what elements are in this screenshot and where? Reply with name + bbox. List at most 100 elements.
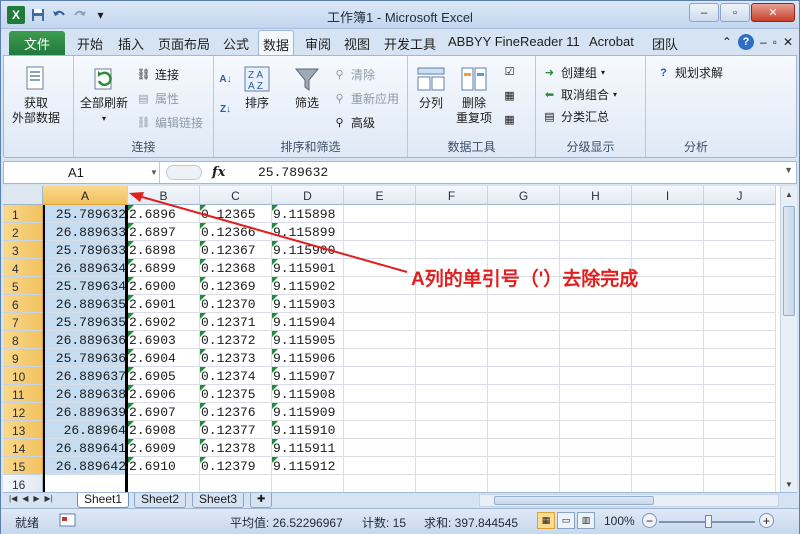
text-number-warning-icon[interactable] (128, 259, 134, 265)
expand-formula-icon[interactable]: ▼ (784, 165, 793, 175)
cell-c7[interactable]: 0.12371 (200, 313, 272, 331)
cell-i11[interactable] (632, 385, 704, 403)
text-number-warning-icon[interactable] (200, 457, 206, 463)
data-validation-button[interactable]: ☑ (502, 64, 517, 79)
text-number-warning-icon[interactable] (272, 241, 278, 247)
cell-b8[interactable]: 2.6903 (128, 331, 200, 349)
cell-b11[interactable]: 2.6906 (128, 385, 200, 403)
cell-d9[interactable]: 9.115906 (272, 349, 344, 367)
cell-g7[interactable] (488, 313, 560, 331)
first-sheet-icon[interactable]: |◀ (9, 494, 17, 503)
cell-d10[interactable]: 9.115907 (272, 367, 344, 385)
text-number-warning-icon[interactable] (200, 403, 206, 409)
cell-b10[interactable]: 2.6905 (128, 367, 200, 385)
cell-i1[interactable] (632, 205, 704, 223)
text-number-warning-icon[interactable] (128, 367, 134, 373)
cell-j13[interactable] (704, 421, 776, 439)
tab-page-layout[interactable]: 页面布局 (158, 34, 210, 53)
reapply-button[interactable]: ⚲ 重新应用 (332, 90, 399, 107)
text-number-warning-icon[interactable] (272, 277, 278, 283)
cell-c1[interactable]: 0.12365 (200, 205, 272, 223)
cell-c3[interactable]: 0.12367 (200, 241, 272, 259)
advanced-button[interactable]: ⚲ 高级 (332, 114, 375, 131)
tab-data[interactable]: 数据 (258, 30, 295, 56)
sheet-tab-2[interactable]: Sheet2 (134, 493, 187, 508)
cell-a13[interactable]: 26.88964 (43, 421, 128, 439)
remove-duplicates-button[interactable]: 删除 重复项 (456, 64, 492, 126)
text-number-warning-icon[interactable] (128, 277, 134, 283)
cell-e2[interactable] (344, 223, 416, 241)
cell-g6[interactable] (488, 295, 560, 313)
cell-f1[interactable] (416, 205, 488, 223)
cell-h10[interactable] (560, 367, 632, 385)
cell-d16[interactable] (272, 475, 344, 492)
cell-f10[interactable] (416, 367, 488, 385)
text-number-warning-icon[interactable] (200, 295, 206, 301)
cell-i3[interactable] (632, 241, 704, 259)
zoom-level[interactable]: 100% (604, 514, 635, 528)
vertical-scroll-thumb[interactable] (783, 206, 795, 316)
column-header-f[interactable]: F (416, 186, 488, 205)
cell-d13[interactable]: 9.115910 (272, 421, 344, 439)
cell-b14[interactable]: 2.6909 (128, 439, 200, 457)
cell-e13[interactable] (344, 421, 416, 439)
help-icon[interactable]: ? (737, 34, 754, 50)
cell-c6[interactable]: 0.12370 (200, 295, 272, 313)
text-to-columns-button[interactable]: 分列 (416, 64, 446, 111)
name-box-dropdown-icon[interactable]: ▼ (150, 168, 158, 177)
cell-j14[interactable] (704, 439, 776, 457)
horizontal-scroll-thumb[interactable] (494, 496, 654, 505)
formula-input[interactable]: 25.789632 (258, 165, 328, 180)
cell-i6[interactable] (632, 295, 704, 313)
subtotal-button[interactable]: ▤ 分类汇总 (542, 108, 609, 125)
cell-b12[interactable]: 2.6907 (128, 403, 200, 421)
cell-c16[interactable] (200, 475, 272, 492)
doc-restore-icon[interactable]: ▫ (773, 35, 777, 49)
row-header-15[interactable]: 15 (3, 457, 43, 475)
sheet-tab-1[interactable]: Sheet1 (77, 493, 130, 508)
tab-formulas[interactable]: 公式 (223, 34, 249, 53)
cell-d3[interactable]: 9.115900 (272, 241, 344, 259)
group-button[interactable]: ➜ 创建组 ▾ (542, 64, 605, 81)
text-number-warning-icon[interactable] (200, 331, 206, 337)
cell-c2[interactable]: 0.12366 (200, 223, 272, 241)
cell-f12[interactable] (416, 403, 488, 421)
cell-a16[interactable] (43, 475, 128, 492)
text-number-warning-icon[interactable] (200, 349, 206, 355)
cell-h11[interactable] (560, 385, 632, 403)
minimize-button[interactable]: – (689, 3, 719, 22)
cell-b9[interactable]: 2.6904 (128, 349, 200, 367)
cell-e11[interactable] (344, 385, 416, 403)
cell-j2[interactable] (704, 223, 776, 241)
cell-f14[interactable] (416, 439, 488, 457)
tab-file[interactable]: 文件 (9, 31, 65, 55)
cell-e5[interactable] (344, 277, 416, 295)
collapse-ribbon-icon[interactable]: ⌃ (722, 35, 732, 49)
cell-a1[interactable]: 25.789632 (43, 205, 128, 223)
cell-g13[interactable] (488, 421, 560, 439)
cell-j11[interactable] (704, 385, 776, 403)
cell-h16[interactable] (560, 475, 632, 492)
text-number-warning-icon[interactable] (200, 421, 206, 427)
cell-c15[interactable]: 0.12379 (200, 457, 272, 475)
cell-j1[interactable] (704, 205, 776, 223)
cell-b1[interactable]: 2.6896 (128, 205, 200, 223)
worksheet-grid[interactable]: A B C D E F G H I J 1 25.789632 2.6896 0.12365 9.11589… (3, 186, 797, 492)
row-header-10[interactable]: 10 (3, 367, 43, 385)
text-number-warning-icon[interactable] (200, 205, 206, 211)
sort-button[interactable]: Z AA Z 排序 (242, 64, 272, 111)
cell-h12[interactable] (560, 403, 632, 421)
cell-a15[interactable]: 26.889642 (43, 457, 128, 475)
cell-e10[interactable] (344, 367, 416, 385)
cell-d1[interactable]: 9.115898 (272, 205, 344, 223)
sheet-tab-3[interactable]: Sheet3 (192, 493, 245, 508)
connections-button[interactable]: ⛓ 连接 (136, 66, 180, 83)
text-number-warning-icon[interactable] (128, 241, 134, 247)
cell-f11[interactable] (416, 385, 488, 403)
cell-f15[interactable] (416, 457, 488, 475)
column-header-b[interactable]: B (128, 186, 200, 205)
cell-a14[interactable]: 26.889641 (43, 439, 128, 457)
cell-a2[interactable]: 26.889633 (43, 223, 128, 241)
cell-i10[interactable] (632, 367, 704, 385)
cell-g12[interactable] (488, 403, 560, 421)
